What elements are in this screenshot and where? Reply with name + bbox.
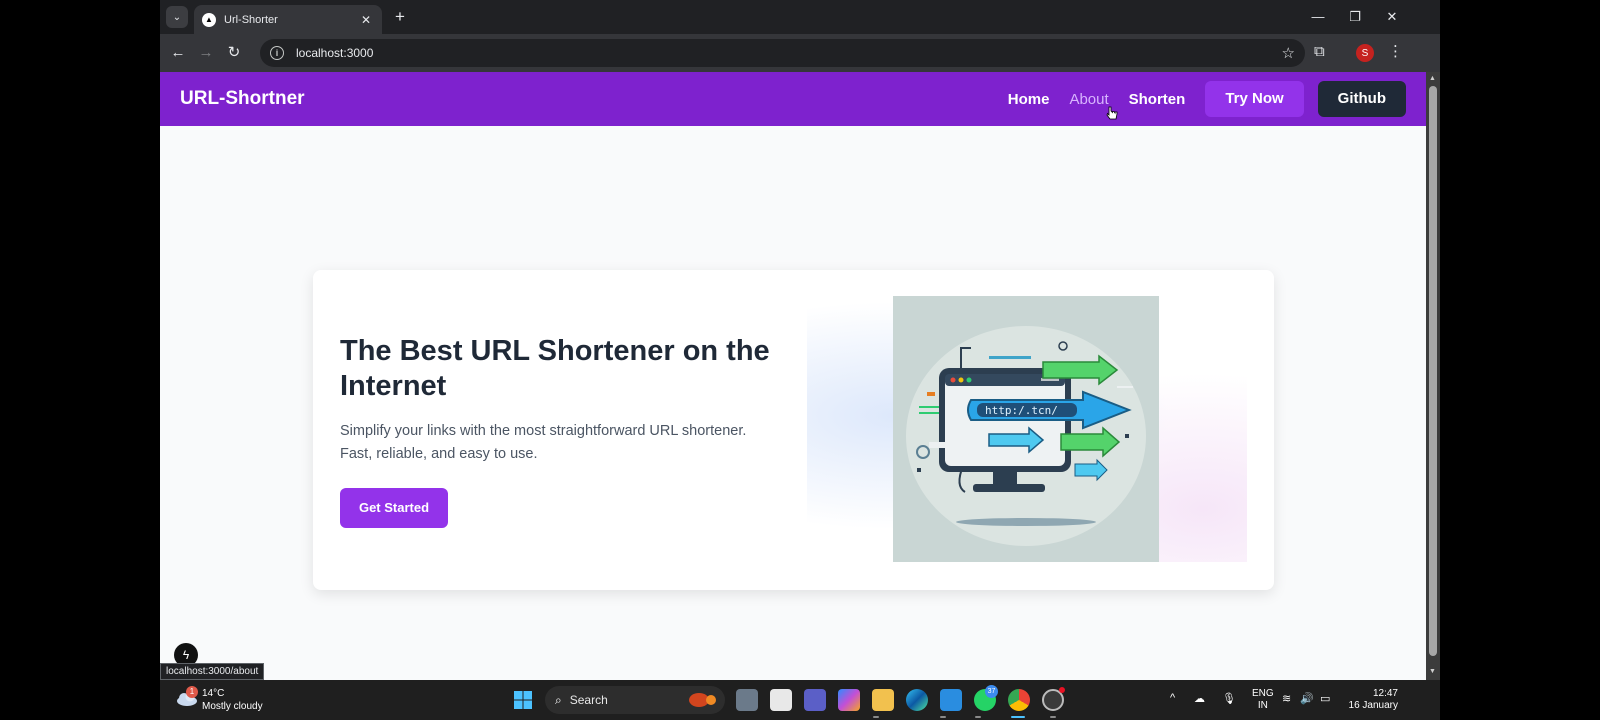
language-code: ENG (1252, 688, 1274, 699)
hand-cursor-icon (1106, 106, 1118, 120)
address-url[interactable]: localhost:3000 (296, 46, 373, 60)
running-indicator (975, 716, 981, 718)
teams-icon[interactable] (804, 689, 826, 711)
vscode-icon[interactable] (940, 689, 962, 711)
browser-menu-icon[interactable]: ⋮ (1388, 42, 1403, 60)
browser-tab[interactable]: ▲ Url-Shorter ✕ (194, 5, 382, 34)
illustration-url-text: http:/.tcn/ (985, 404, 1058, 417)
windows-taskbar: 1 14°C Mostly cloudy ⌕ Search 37 ^ ☁ 🎙 E… (160, 680, 1440, 720)
task-view-icon[interactable] (736, 689, 758, 711)
site-brand[interactable]: URL-Shortner (180, 88, 305, 110)
running-indicator (940, 716, 946, 718)
tab-search-button[interactable]: ⌄ (166, 6, 188, 28)
search-icon: ⌕ (555, 692, 562, 707)
profile-avatar[interactable]: S (1356, 44, 1374, 62)
weather-alert-badge: 1 (186, 686, 198, 698)
site-info-icon[interactable]: i (270, 46, 284, 60)
get-started-button[interactable]: Get Started (340, 488, 448, 528)
page-viewport: URL-Shortner Home About Shorten Try Now … (160, 72, 1426, 680)
file-explorer-icon[interactable] (872, 689, 894, 711)
new-tab-button[interactable]: + (390, 7, 410, 27)
chevron-down-icon: ⌄ (172, 11, 182, 23)
active-indicator (1011, 716, 1025, 718)
chrome-icon[interactable] (1008, 689, 1030, 711)
site-navbar: URL-Shortner Home About Shorten Try Now … (160, 72, 1426, 126)
scrollbar-thumb[interactable] (1429, 86, 1437, 656)
bookmark-star-icon[interactable]: ☆ (1282, 44, 1295, 62)
page-scrollbar[interactable]: ▲ ▼ (1426, 72, 1440, 680)
clock-time: 12:47 (1372, 688, 1398, 699)
url-shortener-illustration: http:/.tcn/ (893, 296, 1159, 562)
wifi-icon[interactable]: ≋ (1282, 692, 1291, 705)
language-indicator[interactable]: ENG IN (1252, 688, 1274, 712)
try-now-button[interactable]: Try Now (1205, 81, 1304, 117)
windows-start-icon[interactable] (512, 689, 534, 711)
show-hidden-icons[interactable]: ^ (1170, 692, 1175, 704)
battery-icon[interactable]: ▭ (1320, 692, 1330, 705)
minimize-icon[interactable]: — (1303, 6, 1333, 28)
tab-title: Url-Shorter (224, 13, 278, 26)
scroll-down-icon[interactable]: ▼ (1429, 668, 1436, 675)
nav-about-link[interactable]: About (1069, 91, 1108, 108)
whatsapp-badge: 37 (985, 685, 998, 698)
volume-icon[interactable]: 🔊 (1300, 692, 1314, 705)
microsoft-store-icon[interactable] (770, 689, 792, 711)
onedrive-cloud-icon[interactable]: ☁ (1194, 692, 1205, 705)
nav-links: Home About Shorten Try Now Github (988, 81, 1406, 117)
edge-icon[interactable] (906, 689, 928, 711)
weather-description[interactable]: Mostly cloudy (202, 701, 263, 712)
search-highlight-icon (689, 693, 716, 707)
status-bar-url: localhost:3000/about (160, 663, 265, 680)
scroll-up-icon[interactable]: ▲ (1429, 75, 1436, 82)
browser-toolbar: ← → ↻ i localhost:3000 ☆ ⧉ S ⋮ (160, 34, 1440, 72)
nav-home-link[interactable]: Home (1008, 91, 1050, 108)
forward-icon[interactable]: → (196, 43, 216, 63)
clock-date: 16 January (1348, 700, 1398, 711)
running-indicator (873, 716, 879, 718)
reload-icon[interactable]: ↻ (224, 43, 244, 63)
close-tab-icon[interactable]: ✕ (358, 13, 374, 27)
back-icon[interactable]: ← (168, 43, 188, 63)
hero-title: The Best URL Shortener on the Internet (340, 335, 770, 402)
copilot-icon[interactable] (838, 689, 860, 711)
system-clock[interactable]: 12:47 16 January (1344, 688, 1398, 712)
triangle-favicon-icon: ▲ (202, 12, 216, 27)
hero-card: The Best URL Shortener on the Internet S… (313, 270, 1274, 590)
tab-strip: ⌄ ▲ Url-Shorter ✕ + — ❐ ✕ (160, 0, 1440, 34)
restore-icon[interactable]: ❐ (1340, 6, 1370, 28)
nav-shorten-link[interactable]: Shorten (1129, 91, 1186, 108)
hero-subtitle: Simplify your links with the most straig… (340, 423, 747, 462)
weather-temperature[interactable]: 14°C (202, 688, 224, 699)
address-bar[interactable]: i localhost:3000 ☆ (260, 39, 1305, 67)
taskbar-search-label: Search (569, 693, 608, 707)
microphone-icon[interactable]: 🎙 (1222, 692, 1236, 705)
github-button[interactable]: Github (1317, 81, 1406, 117)
extensions-puzzle-icon[interactable]: ⧉ (1314, 43, 1325, 60)
region-code: IN (1257, 700, 1268, 711)
screen: ⌄ ▲ Url-Shorter ✕ + — ❐ ✕ ← → ↻ i localh… (160, 0, 1440, 720)
running-indicator (1050, 716, 1056, 718)
taskbar-search[interactable]: ⌕ Search (545, 686, 725, 714)
notification-dot (1059, 687, 1065, 693)
close-window-icon[interactable]: ✕ (1377, 6, 1407, 28)
